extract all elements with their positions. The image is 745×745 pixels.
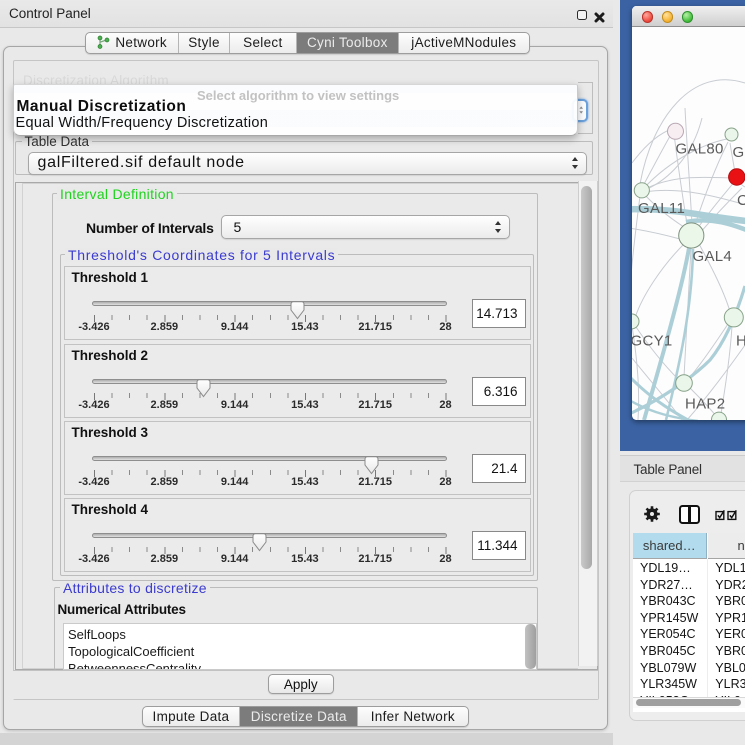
svg-text:HAP2: HAP2 — [685, 396, 725, 413]
svg-text:GAL11: GAL11 — [638, 200, 685, 217]
svg-text:GCY1: GCY1 — [632, 333, 673, 350]
svg-text:H: H — [736, 333, 745, 350]
svg-text:GAL80: GAL80 — [675, 141, 723, 158]
svg-text:C: C — [737, 192, 745, 209]
svg-text:G.: G. — [732, 144, 745, 161]
svg-text:GAL4: GAL4 — [692, 248, 732, 265]
